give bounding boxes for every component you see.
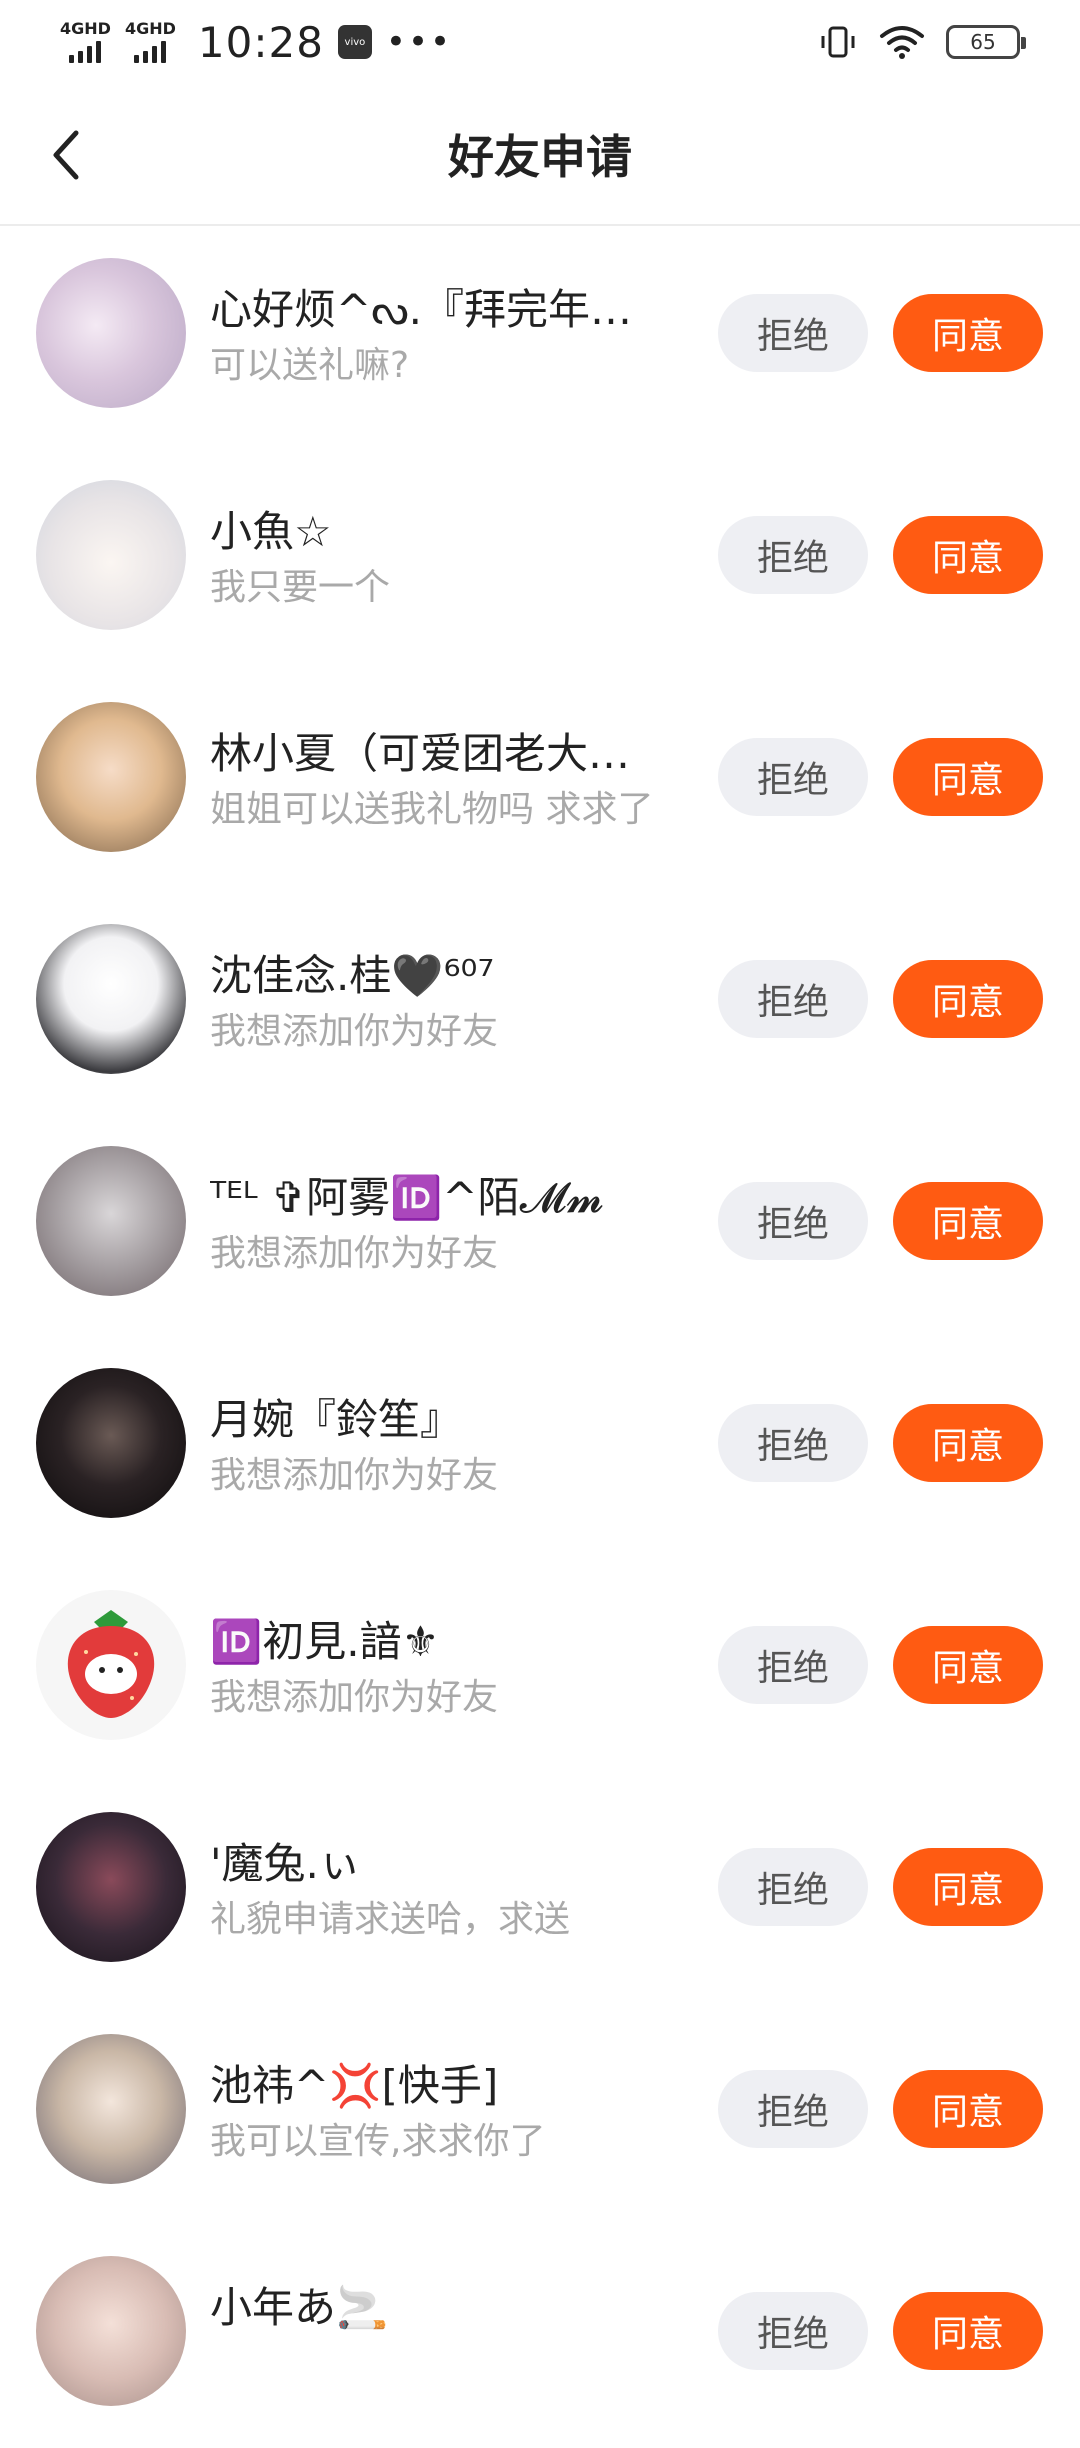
nav-bar: 好友申请 xyxy=(0,84,1080,226)
requester-name: '魔兔.ぃ xyxy=(210,1839,361,1888)
list-item: 小年あ🚬 拒绝 同意 xyxy=(0,2226,1080,2448)
list-item: 沈佳念.桂🖤⁶⁰⁷ 我想添加你为好友 拒绝 同意 xyxy=(0,894,1080,1116)
requester-name: 小年あ🚬 xyxy=(210,2283,389,2332)
requester-name: 沈佳念.桂🖤⁶⁰⁷ xyxy=(210,951,495,1000)
request-message: 我想添加你为好友 xyxy=(210,1233,499,1274)
list-item: 月婉『鈴笙』 我想添加你为好友 拒绝 同意 xyxy=(0,1338,1080,1560)
friend-request-list: 心好烦^ᔓ.『拜完年… 可以送礼嘛? 拒绝 同意 小魚☆ 我只要一个 拒绝 同意… xyxy=(0,228,1080,2448)
avatar[interactable] xyxy=(36,1590,186,1740)
request-message: 我想添加你为好友 xyxy=(210,1455,499,1496)
avatar[interactable] xyxy=(36,1812,186,1962)
requester-name: 心好烦^ᔓ.『拜完年… xyxy=(210,285,632,334)
avatar[interactable] xyxy=(36,1368,186,1518)
avatar[interactable] xyxy=(36,1146,186,1296)
requester-name: 小魚☆ xyxy=(210,507,332,556)
request-message: 我可以宣传,求求你了 xyxy=(210,2121,546,2162)
avatar[interactable] xyxy=(36,2256,186,2406)
request-message: 我只要一个 xyxy=(210,567,391,608)
reject-button[interactable]: 拒绝 xyxy=(718,960,868,1038)
list-item: 林小夏（可爱团老大… 姐姐可以送我礼物吗 求求了 拒绝 同意 xyxy=(0,672,1080,894)
reject-button[interactable]: 拒绝 xyxy=(718,1626,868,1704)
page-title: 好友申请 xyxy=(448,130,632,184)
chevron-left-icon xyxy=(53,130,79,180)
requester-name: 池祎^💢[快手] xyxy=(210,2061,499,2110)
accept-button[interactable]: 同意 xyxy=(893,294,1043,372)
battery-icon: 65 xyxy=(946,25,1026,59)
request-message: 姐姐可以送我礼物吗 求求了 xyxy=(210,789,654,830)
list-item: 🆔初見.諳⚜ 我想添加你为好友 拒绝 同意 xyxy=(0,1560,1080,1782)
strawberry-icon xyxy=(67,1610,155,1718)
avatar[interactable] xyxy=(36,2034,186,2184)
request-message: 我想添加你为好友 xyxy=(210,1011,499,1052)
requester-name: ᵀᴱᴸ ✞阿雾🆔^陌𝓜𝓶 xyxy=(210,1173,605,1222)
request-message: 我想添加你为好友 xyxy=(210,1677,499,1718)
more-notifications-icon: ••• xyxy=(385,22,453,62)
vibrate-icon xyxy=(821,26,855,58)
accept-button[interactable]: 同意 xyxy=(893,1404,1043,1482)
signal-icon: 4GHD xyxy=(60,21,111,63)
requester-name: 月婉『鈴笙』 xyxy=(210,1395,463,1444)
request-message: 礼貌申请求送哈，求送 xyxy=(210,1899,571,1940)
vivo-app-icon: vivo xyxy=(337,25,372,59)
reject-button[interactable]: 拒绝 xyxy=(718,2070,868,2148)
requester-name: 林小夏（可爱团老大… xyxy=(210,729,631,778)
requester-name: 🆔初見.諳⚜ xyxy=(210,1617,440,1666)
reject-button[interactable]: 拒绝 xyxy=(718,2292,868,2370)
accept-button[interactable]: 同意 xyxy=(893,960,1043,1038)
list-item: '魔兔.ぃ 礼貌申请求送哈，求送 拒绝 同意 xyxy=(0,1782,1080,2004)
accept-button[interactable]: 同意 xyxy=(893,1626,1043,1704)
accept-button[interactable]: 同意 xyxy=(893,1182,1043,1260)
avatar[interactable] xyxy=(36,480,186,630)
list-item: 心好烦^ᔓ.『拜完年… 可以送礼嘛? 拒绝 同意 xyxy=(0,228,1080,450)
reject-button[interactable]: 拒绝 xyxy=(718,1848,868,1926)
reject-button[interactable]: 拒绝 xyxy=(718,1404,868,1482)
avatar[interactable] xyxy=(36,702,186,852)
accept-button[interactable]: 同意 xyxy=(893,738,1043,816)
back-button[interactable] xyxy=(46,122,106,188)
wifi-icon xyxy=(880,26,924,59)
reject-button[interactable]: 拒绝 xyxy=(718,1182,868,1260)
status-bar: 4GHD 4GHD 10:28 vivo ••• 65 xyxy=(0,0,1080,84)
reject-button[interactable]: 拒绝 xyxy=(718,294,868,372)
signal-label: 4GHD xyxy=(124,19,176,38)
battery-level: 65 xyxy=(970,30,996,54)
list-item: 池祎^💢[快手] 我可以宣传,求求你了 拒绝 同意 xyxy=(0,2004,1080,2226)
accept-button[interactable]: 同意 xyxy=(893,2070,1043,2148)
avatar[interactable] xyxy=(36,258,186,408)
list-item: ᵀᴱᴸ ✞阿雾🆔^陌𝓜𝓶 我想添加你为好友 拒绝 同意 xyxy=(0,1116,1080,1338)
signal-icon: 4GHD xyxy=(125,21,176,63)
list-item: 小魚☆ 我只要一个 拒绝 同意 xyxy=(0,450,1080,672)
signal-label: 4GHD xyxy=(60,19,111,38)
reject-button[interactable]: 拒绝 xyxy=(718,516,868,594)
reject-button[interactable]: 拒绝 xyxy=(718,738,868,816)
request-message: 可以送礼嘛? xyxy=(210,345,410,386)
accept-button[interactable]: 同意 xyxy=(893,516,1043,594)
clock: 10:28 xyxy=(197,17,324,67)
avatar[interactable] xyxy=(36,924,186,1074)
accept-button[interactable]: 同意 xyxy=(893,1848,1043,1926)
accept-button[interactable]: 同意 xyxy=(893,2292,1043,2370)
